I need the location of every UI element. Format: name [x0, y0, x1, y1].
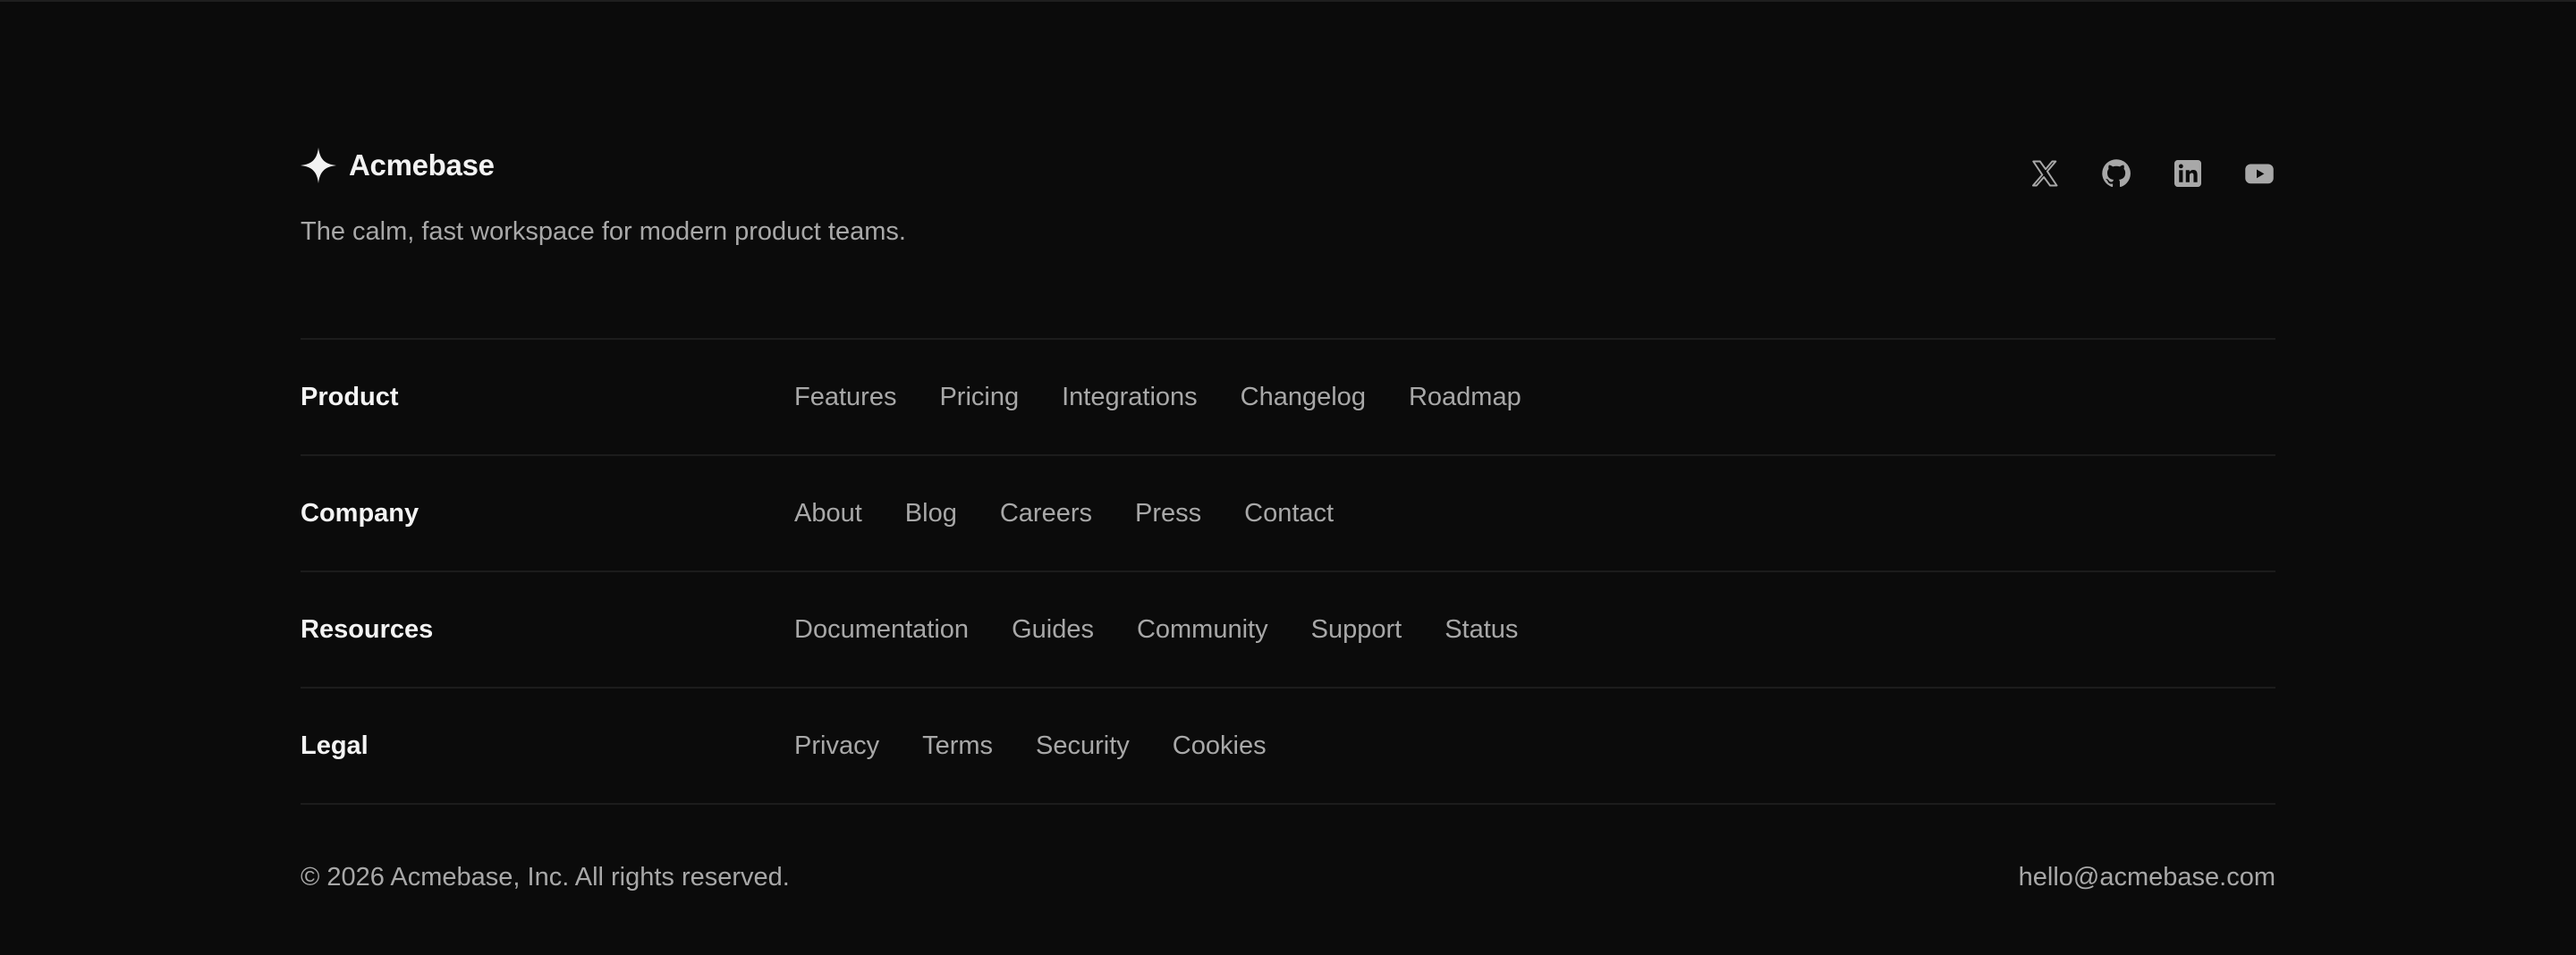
link-sections: Product Features Pricing Integrations Ch… [301, 338, 2275, 805]
section-links: Features Pricing Integrations Changelog … [794, 383, 1521, 412]
link-about[interactable]: About [794, 499, 862, 528]
link-documentation[interactable]: Documentation [794, 615, 969, 645]
github-icon [2102, 159, 2131, 188]
link-features[interactable]: Features [794, 383, 896, 412]
section-links: Privacy Terms Security Cookies [794, 731, 1267, 761]
section-product: Product Features Pricing Integrations Ch… [301, 340, 2275, 456]
link-pricing[interactable]: Pricing [939, 383, 1019, 412]
link-support[interactable]: Support [1311, 615, 1402, 645]
link-guides[interactable]: Guides [1012, 615, 1094, 645]
link-status[interactable]: Status [1445, 615, 1518, 645]
contact-email-link[interactable]: hello@acmebase.com [2019, 863, 2275, 892]
section-legal: Legal Privacy Terms Security Cookies [301, 689, 2275, 805]
brand-logo[interactable]: Acmebase [301, 148, 495, 183]
link-press[interactable]: Press [1135, 499, 1201, 528]
brand-tagline: The calm, fast workspace for modern prod… [301, 217, 906, 246]
link-security[interactable]: Security [1036, 731, 1130, 761]
youtube-icon [2245, 164, 2274, 184]
link-contact[interactable]: Contact [1244, 499, 1334, 528]
linkedin-link[interactable] [2172, 157, 2204, 190]
sparkle-icon [301, 148, 336, 183]
section-title: Company [301, 498, 419, 528]
link-roadmap[interactable]: Roadmap [1409, 383, 1521, 412]
section-title: Resources [301, 614, 434, 644]
brand-name: Acmebase [349, 148, 495, 182]
section-title: Legal [301, 731, 369, 760]
link-blog[interactable]: Blog [905, 499, 957, 528]
section-resources: Resources Documentation Guides Community… [301, 572, 2275, 689]
linkedin-icon [2174, 160, 2201, 187]
link-privacy[interactable]: Privacy [794, 731, 879, 761]
section-links: About Blog Careers Press Contact [794, 499, 1334, 528]
copyright-text: © 2026 Acmebase, Inc. All rights reserve… [301, 863, 790, 892]
section-links: Documentation Guides Community Support S… [794, 615, 1518, 645]
github-link[interactable] [2100, 157, 2132, 190]
youtube-link[interactable] [2243, 157, 2275, 190]
x-icon [2031, 160, 2058, 187]
link-careers[interactable]: Careers [1000, 499, 1092, 528]
link-community[interactable]: Community [1137, 615, 1268, 645]
site-footer: Acmebase The calm, fast workspace for mo… [301, 0, 2275, 955]
link-integrations[interactable]: Integrations [1062, 383, 1198, 412]
x-link[interactable] [2029, 157, 2061, 190]
section-company: Company About Blog Careers Press Contact [301, 456, 2275, 572]
section-title: Product [301, 382, 399, 411]
link-cookies[interactable]: Cookies [1173, 731, 1267, 761]
link-terms[interactable]: Terms [922, 731, 993, 761]
link-changelog[interactable]: Changelog [1241, 383, 1366, 412]
social-links [2029, 157, 2275, 190]
